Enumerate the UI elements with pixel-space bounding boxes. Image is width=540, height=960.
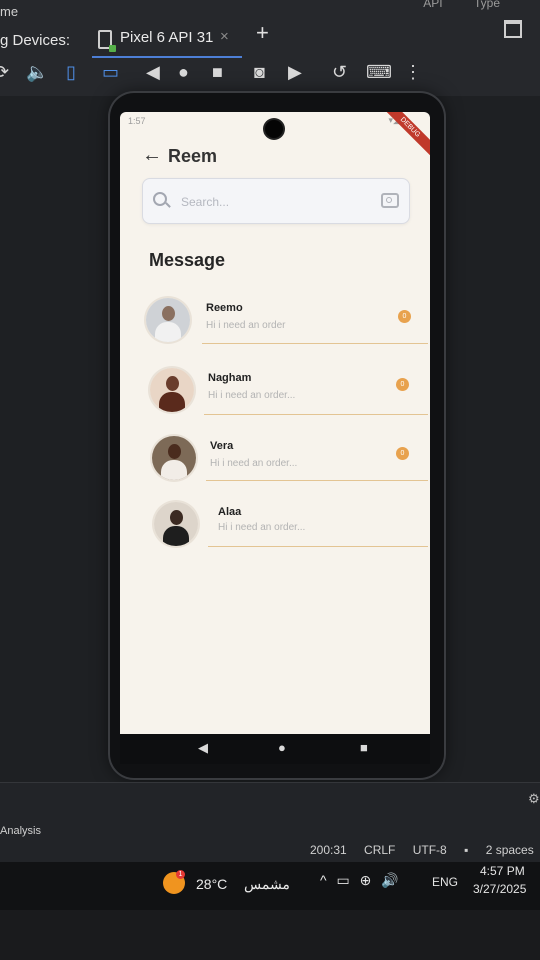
divider — [204, 414, 428, 415]
line-separator[interactable]: CRLF — [364, 843, 395, 857]
chevron-up-icon[interactable]: ^ — [320, 872, 327, 888]
readonly-icon[interactable]: ▪ — [464, 843, 468, 857]
add-device-button[interactable]: + — [256, 20, 269, 46]
tab-pixel-6-api-31[interactable]: Pixel 6 API 31 × — [92, 24, 242, 58]
phone-screen: 1:57 ▾◢ DEBUG ← Reem Message Reemo Hi i … — [120, 112, 430, 734]
search-input[interactable] — [179, 191, 373, 213]
monitor-bezel — [0, 910, 540, 960]
rotate-portrait-icon[interactable]: ▯ — [66, 60, 76, 84]
analysis-tab[interactable]: Analysis — [0, 825, 41, 837]
ide-header: me API Type g Devices: Pixel 6 API 31 × … — [0, 0, 540, 96]
editor-status-row: 200:31 CRLF UTF-8 ▪ 2 spaces — [310, 843, 540, 857]
ide-menu-right: API Type — [395, 0, 500, 10]
message-preview: Hi i need an order... — [210, 458, 298, 469]
back-arrow-icon[interactable]: ← — [142, 144, 162, 167]
menu-item-type[interactable]: Type — [474, 0, 500, 10]
windows-taskbar: 1 28°C مشمس ^ ▭ ⊕ 🔊 ENG 4:57 PM 3/27/202… — [0, 862, 540, 910]
weather-badge: 1 — [176, 870, 185, 879]
contact-name: Vera — [210, 440, 234, 452]
divider — [208, 546, 428, 547]
list-item[interactable]: Reemo Hi i need an order 0 — [120, 290, 430, 354]
nav-back-button[interactable]: ◀ — [198, 740, 208, 756]
screen-record-icon[interactable]: ▶ — [288, 60, 302, 84]
unread-badge: 0 — [396, 378, 409, 391]
section-title: Message — [149, 250, 226, 270]
nav-home-button[interactable]: ● — [278, 740, 286, 755]
emulator-toolbar: ⟳ 🔈 ▯ ▭ ◀ ● ■ ◙ ▶ ↺ ⌨ ⋮ — [0, 56, 540, 92]
gear-icon[interactable]: ⚙ — [528, 791, 540, 807]
contact-name: Alaa — [218, 506, 242, 518]
avatar — [146, 298, 190, 342]
message-preview: Hi i need an order — [206, 320, 286, 331]
message-preview: Hi i need an order... — [218, 522, 306, 533]
file-encoding[interactable]: UTF-8 — [413, 843, 447, 857]
home-icon[interactable]: ● — [178, 60, 189, 84]
list-item[interactable]: Alaa Hi i need an order... — [120, 494, 430, 558]
android-nav-bar: ◀ ● ■ — [120, 734, 430, 764]
list-item[interactable]: Vera Hi i need an order... 0 — [120, 428, 430, 492]
nav-recents-button[interactable]: ■ — [360, 740, 368, 755]
replay-icon[interactable]: ↺ — [332, 60, 347, 84]
clock-date[interactable]: 3/27/2025 — [473, 882, 526, 896]
language-indicator[interactable]: ENG — [432, 875, 458, 889]
message-preview: Hi i need an order... — [208, 390, 296, 401]
ide-menu-label[interactable]: me — [0, 4, 18, 19]
keyboard-icon[interactable]: ⌨ — [366, 60, 392, 84]
globe-icon[interactable]: ⊕ — [360, 872, 372, 888]
search-bar[interactable] — [142, 178, 410, 224]
list-item[interactable]: Nagham Hi i need an order... 0 — [120, 360, 430, 424]
close-icon[interactable]: × — [220, 28, 229, 45]
back-icon[interactable]: ◀ — [146, 60, 160, 84]
avatar — [152, 436, 196, 480]
ide-status-area: ⚙ Analysis 200:31 CRLF UTF-8 ▪ 2 spaces — [0, 782, 540, 863]
temperature[interactable]: 28°C — [196, 876, 227, 892]
divider — [206, 480, 428, 481]
unread-badge: 0 — [398, 310, 411, 323]
app-header: ← Reem — [120, 140, 430, 176]
running-devices-label: g Devices: — [0, 32, 71, 49]
phone-icon — [98, 30, 116, 52]
unread-badge: 0 — [396, 447, 409, 460]
avatar — [154, 502, 198, 546]
indent-setting[interactable]: 2 spaces — [486, 843, 534, 857]
window-icon[interactable] — [504, 20, 522, 38]
menu-item-api[interactable]: API — [423, 0, 442, 10]
avatar — [150, 368, 194, 412]
device-tab-label: Pixel 6 API 31 — [120, 29, 214, 46]
weather-description[interactable]: مشمس — [244, 876, 290, 893]
screenshot-icon[interactable]: ◙ — [254, 60, 265, 84]
search-icon — [153, 192, 167, 206]
contact-name: Nagham — [208, 372, 252, 384]
volume-icon[interactable]: 🔈 — [26, 60, 48, 84]
rotate-left-icon[interactable]: ⟳ — [0, 60, 9, 84]
more-icon[interactable]: ⋮ — [404, 60, 422, 84]
front-camera — [265, 120, 283, 138]
speaker-icon[interactable]: 🔊 — [381, 872, 398, 888]
contact-name: Reemo — [206, 302, 243, 314]
status-time: 1:57 — [128, 116, 146, 126]
system-tray: ^ ▭ ⊕ 🔊 — [320, 872, 405, 889]
cursor-position[interactable]: 200:31 — [310, 843, 347, 857]
clock-time[interactable]: 4:57 PM — [480, 864, 525, 878]
overview-icon[interactable]: ■ — [212, 60, 223, 84]
divider — [202, 343, 428, 344]
page-title: Reem — [168, 146, 218, 166]
battery-icon[interactable]: ▭ — [336, 872, 349, 888]
rotate-landscape-icon[interactable]: ▭ — [102, 60, 119, 84]
camera-icon[interactable] — [381, 193, 399, 208]
